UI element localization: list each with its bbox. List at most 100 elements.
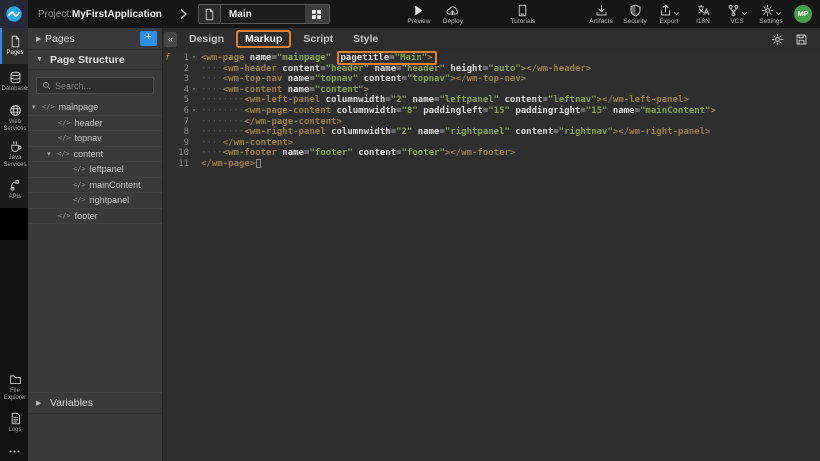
export-button[interactable]: Export (652, 0, 686, 28)
tree-item-topnav[interactable]: </>topnav (28, 131, 162, 147)
code-line-3[interactable]: 3 ····<wm-top-nav name="topnav" content="… (163, 74, 820, 85)
code-line-7[interactable]: 7········</wm-page-content> (163, 117, 820, 128)
tree-item-rightpanel[interactable]: </>rightpanel (28, 193, 162, 209)
sidebar-item-pages[interactable]: Pages (0, 28, 28, 64)
markup-code-editor[interactable]: f1▾<wm-page name="mainpage" pagetitle="M… (163, 50, 820, 461)
tab-design[interactable]: Design (179, 30, 234, 48)
deploy-button[interactable]: Deploy (436, 0, 470, 28)
i18n-button[interactable]: I18N (686, 0, 720, 28)
collapse-node-icon[interactable]: ▾ (32, 103, 42, 111)
sidebar-item-databases[interactable]: Databases (0, 64, 28, 100)
markup-settings-button[interactable] (771, 33, 784, 46)
tree-item-mainpage[interactable]: ▾</>mainpage (28, 100, 162, 116)
code-line-5[interactable]: 5········<wm-left-panel columnwidth="2" … (163, 95, 820, 106)
collapse-arrow-icon: ▶ (36, 35, 45, 43)
code-line-text[interactable]: ····<wm-top-nav name="topnav" content="t… (199, 74, 526, 85)
vcs-button[interactable]: VCS (720, 0, 754, 28)
settings-button[interactable]: Settings (754, 0, 788, 28)
fold-spacer (189, 159, 199, 170)
indent-guide: ········ (201, 117, 244, 127)
pages-panel-header[interactable]: ▶ Pages + (28, 28, 162, 50)
structure-search (36, 77, 154, 94)
panel-collapse-button[interactable]: « (164, 32, 177, 47)
java-services-icon (9, 140, 22, 153)
avatar[interactable]: MP (794, 5, 812, 23)
code-line-text[interactable]: ····<wm-content name="content"> (199, 85, 369, 96)
rail-bottom-group: File ExplorerLogs (0, 369, 28, 441)
artifacts-button[interactable]: Artifacts (584, 0, 618, 28)
editor-tab-bar: DesignMarkupScriptStyle (163, 28, 820, 50)
tab-script[interactable]: Script (293, 30, 343, 48)
page-structure-title: Page Structure (50, 54, 125, 66)
editor-gutter: 5 (163, 95, 199, 106)
editor-gutter: f1▾ (163, 53, 199, 64)
variables-header[interactable]: ▶ Variables (28, 392, 162, 414)
sidebar-item-web-services[interactable]: Web Services (0, 100, 28, 136)
tree-item-maincontent[interactable]: </>mainContent (28, 178, 162, 194)
code-line-2[interactable]: 2····<wm-header content="header" name="h… (163, 64, 820, 75)
tab-markup[interactable]: Markup (236, 30, 291, 48)
text-cursor (256, 159, 261, 168)
code-line-text[interactable]: ········<wm-right-panel columnwidth="2" … (199, 127, 710, 138)
code-line-9[interactable]: 9····</wm-content> (163, 138, 820, 149)
tree-item-content[interactable]: ▾</>content (28, 147, 162, 163)
action-label: Export (660, 18, 679, 25)
editor-area: DesignMarkupScriptStyle f1▾<wm-page name… (163, 28, 820, 461)
security-button[interactable]: Security (618, 0, 652, 28)
code-line-text[interactable]: </wm-page> (199, 159, 261, 170)
vcs-icon (727, 4, 740, 17)
editor-tab-actions (771, 33, 808, 46)
code-line-text[interactable]: ····<wm-header content="header" name="he… (199, 64, 591, 75)
save-button[interactable] (795, 33, 808, 46)
editor-gutter: 10 (163, 148, 199, 159)
page-grid-button[interactable] (305, 5, 329, 23)
fold-toggle-icon[interactable]: ▾ (189, 53, 199, 64)
page-selector[interactable]: Main (198, 4, 330, 24)
line-number: 3 (172, 74, 189, 85)
code-line-1[interactable]: f1▾<wm-page name="mainpage" pagetitle="M… (163, 53, 820, 64)
page-structure-tree: ▾</>mainpage</>header</>topnav▾</>conten… (28, 100, 162, 224)
wavemaker-logo[interactable] (0, 0, 28, 28)
code-line-text[interactable]: ····</wm-content> (199, 138, 293, 149)
more-icon (8, 445, 21, 458)
database-icon (9, 71, 22, 84)
collapse-node-icon[interactable]: ▾ (47, 150, 57, 158)
tree-item-label: leftpanel (90, 164, 124, 174)
tab-style[interactable]: Style (343, 30, 388, 48)
editor-gutter: 2 (163, 64, 199, 75)
deploy-icon (446, 4, 459, 17)
editor-gutter: 8 (163, 127, 199, 138)
code-line-8[interactable]: 8 ········<wm-right-panel columnwidth="2"… (163, 127, 820, 138)
code-line-4[interactable]: 4▾····<wm-content name="content"> (163, 85, 820, 96)
sidebar-item-logs[interactable]: Logs (0, 405, 28, 441)
sidebar-item-java-services[interactable]: Java Services (0, 136, 28, 172)
code-line-text[interactable]: ····<wm-footer name="footer" content="fo… (199, 148, 515, 159)
search-input[interactable] (55, 81, 148, 91)
line-number: 8 (172, 127, 189, 138)
sidebar-item-more[interactable] (0, 441, 28, 461)
tutorials-button[interactable]: Tutorials (506, 0, 540, 28)
page-structure-header[interactable]: ▼ Page Structure (28, 50, 162, 70)
code-line-text[interactable]: <wm-page name="mainpage" pagetitle="Main… (199, 53, 437, 64)
collapse-arrow-icon: ▶ (36, 399, 45, 407)
tree-item-footer[interactable]: </>footer (28, 209, 162, 225)
search-icon (42, 81, 51, 90)
sidebar-item-apis[interactable]: APIs (0, 172, 28, 208)
code-line-10[interactable]: 10····<wm-footer name="footer" content="… (163, 148, 820, 159)
code-line-11[interactable]: 11</wm-page> (163, 159, 820, 170)
code-line-6[interactable]: 6▾········<wm-page-content columnwidth="… (163, 106, 820, 117)
action-label: Artifacts (589, 18, 612, 25)
code-line-text[interactable]: ········<wm-page-content columnwidth="8"… (199, 106, 716, 117)
tree-item-leftpanel[interactable]: </>leftpanel (28, 162, 162, 178)
fold-toggle-icon[interactable]: ▾ (189, 85, 199, 96)
gutter-marker (163, 117, 172, 128)
chevron-down-icon (673, 10, 680, 17)
preview-button[interactable]: Preview (402, 0, 436, 28)
sidebar-item-file-explorer[interactable]: File Explorer (0, 369, 28, 405)
add-page-button[interactable]: + (140, 31, 157, 46)
tree-item-header[interactable]: </>header (28, 116, 162, 132)
fold-toggle-icon[interactable]: ▾ (189, 106, 199, 117)
code-line-text[interactable]: ········<wm-left-panel columnwidth="2" n… (199, 95, 689, 106)
code-line-text[interactable]: ········</wm-page-content> (199, 117, 342, 128)
rail-item-label: Pages (2, 50, 29, 57)
